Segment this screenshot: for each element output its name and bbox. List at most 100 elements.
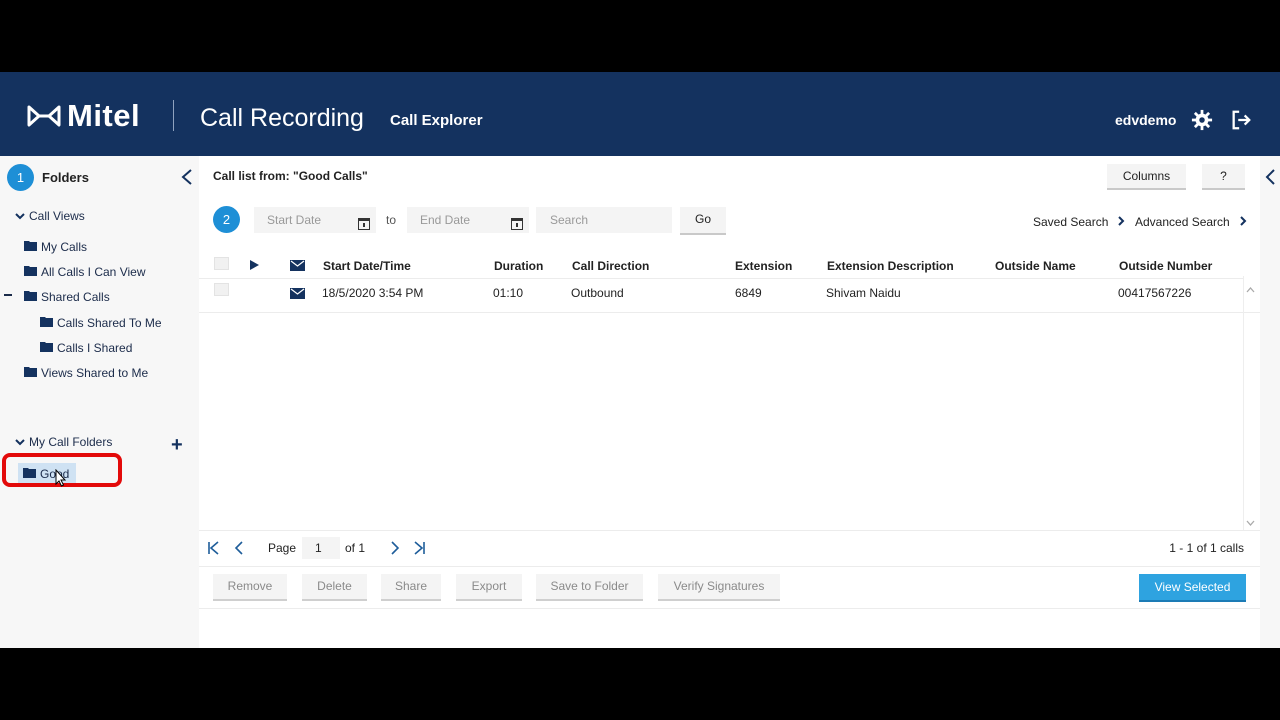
advanced-search-label: Advanced Search <box>1135 215 1230 229</box>
mail-icon <box>290 286 305 304</box>
sidebar-item-shared-calls[interactable]: Shared Calls <box>24 290 110 304</box>
next-page-icon[interactable] <box>390 541 400 560</box>
app-title: Call Recording <box>200 104 364 132</box>
mail-icon <box>290 258 305 276</box>
app-subtitle[interactable]: Call Explorer <box>390 112 483 129</box>
separator <box>199 312 1260 313</box>
my-call-folders-label: My Call Folders <box>29 435 113 449</box>
sidebar-item-label: Calls I Shared <box>57 341 133 355</box>
cell-direction: Outbound <box>571 286 624 300</box>
right-collapsed-panel <box>1260 156 1280 648</box>
separator <box>199 566 1260 567</box>
column-header-duration[interactable]: Duration <box>494 259 543 273</box>
collapse-sidebar-icon[interactable] <box>180 168 194 191</box>
page-number-input[interactable]: 1 <box>302 537 340 559</box>
top-header: Mitel Call Recording Call Explorer edvde… <box>0 72 1280 156</box>
to-label: to <box>386 213 397 227</box>
delete-button[interactable]: Delete <box>302 574 367 601</box>
column-header-direction[interactable]: Call Direction <box>572 259 649 273</box>
advanced-search-link[interactable]: Advanced Search <box>1135 215 1247 229</box>
folder-open-icon <box>24 290 37 304</box>
gear-icon[interactable] <box>1191 109 1213 136</box>
columns-button[interactable]: Columns <box>1107 164 1186 190</box>
chevron-down-icon <box>15 435 25 449</box>
verify-signatures-button[interactable]: Verify Signatures <box>658 574 780 601</box>
cell-extension: 6849 <box>735 286 762 300</box>
folder-icon <box>24 265 37 279</box>
call-views-toggle[interactable]: Call Views <box>15 209 85 223</box>
saved-search-label: Saved Search <box>1033 215 1109 229</box>
sidebar-item-label: All Calls I Can View <box>41 265 146 279</box>
header-divider <box>173 100 174 131</box>
sidebar-item-my-calls[interactable]: My Calls <box>24 240 87 254</box>
folder-icon <box>24 366 37 380</box>
page-label: Page <box>268 541 297 555</box>
start-date-field[interactable]: Start Date <box>254 207 376 233</box>
cell-start: 18/5/2020 3:54 PM <box>322 286 424 300</box>
export-button[interactable]: Export <box>456 574 522 601</box>
sidebar-item-label: Calls Shared To Me <box>57 316 162 330</box>
sidebar-item-label: Shared Calls <box>41 290 110 304</box>
add-folder-icon[interactable]: + <box>171 435 183 455</box>
column-header-start[interactable]: Start Date/Time <box>323 259 411 273</box>
sidebar-item-views-shared-to-me[interactable]: Views Shared to Me <box>24 366 148 380</box>
cell-duration: 01:10 <box>493 286 524 300</box>
column-header-extension[interactable]: Extension <box>735 259 792 273</box>
expand-panel-icon[interactable] <box>1264 168 1276 191</box>
table-header-divider <box>199 278 1244 279</box>
scroll-down-icon[interactable] <box>1246 518 1255 528</box>
mouse-cursor-icon <box>55 468 67 492</box>
sidebar-item-calls-shared-to-me[interactable]: Calls Shared To Me <box>40 316 162 330</box>
share-button[interactable]: Share <box>381 574 441 601</box>
call-list-panel: Call list from: "Good Calls" Columns ? 2… <box>199 156 1260 648</box>
scroll-up-icon[interactable] <box>1246 285 1255 295</box>
remove-button[interactable]: Remove <box>213 574 287 601</box>
step-1-badge: 1 <box>7 164 34 191</box>
play-icon[interactable] <box>249 258 260 276</box>
save-to-folder-button[interactable]: Save to Folder <box>536 574 643 601</box>
step-2-badge: 2 <box>213 206 240 233</box>
calendar-icon[interactable] <box>511 213 523 239</box>
folder-icon <box>40 341 53 355</box>
search-input[interactable] <box>536 207 672 233</box>
folders-sidebar: 1 Folders Call Views My Calls All Calls … <box>0 156 199 648</box>
go-button[interactable]: Go <box>680 207 726 235</box>
separator <box>199 608 1260 609</box>
call-views-label: Call Views <box>29 209 85 223</box>
app-window: Mitel Call Recording Call Explorer edvde… <box>0 72 1280 648</box>
table-scrollbar[interactable] <box>1243 276 1244 531</box>
mitel-logo-icon <box>27 105 61 127</box>
column-header-outside-number[interactable]: Outside Number <box>1119 259 1212 273</box>
sidebar-item-calls-i-shared[interactable]: Calls I Shared <box>40 341 132 355</box>
column-header-outside-name[interactable]: Outside Name <box>995 259 1076 273</box>
view-selected-button[interactable]: View Selected <box>1139 574 1246 602</box>
my-call-folders-toggle[interactable]: My Call Folders <box>15 435 112 449</box>
last-page-icon[interactable] <box>413 541 426 560</box>
first-page-icon[interactable] <box>207 541 220 560</box>
calls-count: 1 - 1 of 1 calls <box>1169 541 1244 555</box>
column-header-ext-desc[interactable]: Extension Description <box>827 259 954 273</box>
call-list-title: Call list from: "Good Calls" <box>213 169 368 183</box>
row-checkbox[interactable] <box>214 283 229 296</box>
collapse-minus-icon[interactable] <box>4 294 12 296</box>
start-date-placeholder: Start Date <box>267 213 322 227</box>
logo-text: Mitel <box>67 98 141 133</box>
end-date-placeholder: End Date <box>420 213 471 227</box>
sidebar-item-label: Views Shared to Me <box>41 366 149 380</box>
folder-icon <box>24 240 37 254</box>
help-button[interactable]: ? <box>1202 164 1245 190</box>
folder-icon <box>40 316 53 330</box>
cell-ext-desc: Shivam Naidu <box>826 286 901 300</box>
prev-page-icon[interactable] <box>234 541 244 560</box>
calendar-icon[interactable] <box>358 213 370 239</box>
sidebar-item-all-calls[interactable]: All Calls I Can View <box>24 265 145 279</box>
select-all-checkbox[interactable] <box>214 257 229 270</box>
username[interactable]: edvdemo <box>1115 112 1176 128</box>
saved-search-link[interactable]: Saved Search <box>1033 215 1125 229</box>
logout-icon[interactable] <box>1230 109 1252 136</box>
end-date-field[interactable]: End Date <box>407 207 529 233</box>
separator <box>199 530 1260 531</box>
mitel-logo: Mitel <box>27 98 140 134</box>
chevron-right-icon <box>1240 215 1247 229</box>
cell-outside-number: 00417567226 <box>1118 286 1192 300</box>
